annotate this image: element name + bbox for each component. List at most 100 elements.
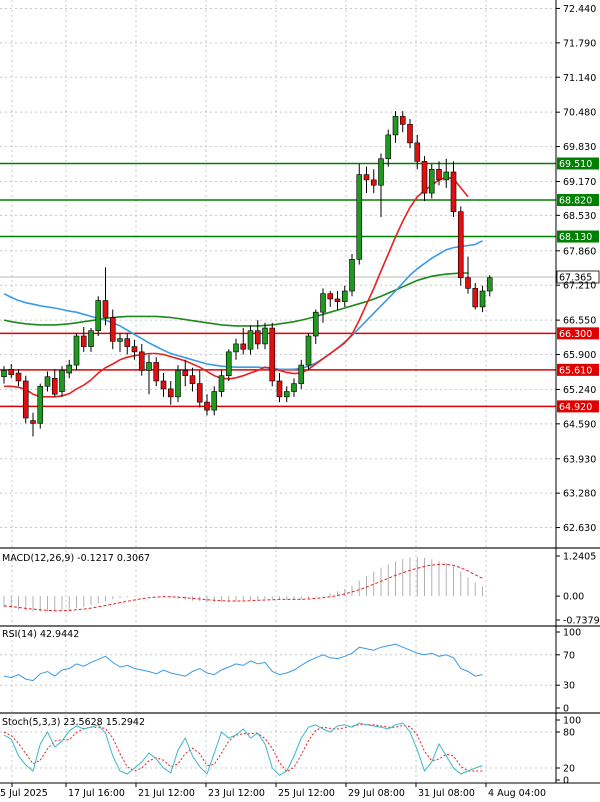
rsi-label: RSI(14) 42.9442 [2, 629, 79, 640]
candle-body [66, 364, 73, 374]
candle-body [211, 391, 218, 411]
rsi-tick-label: 30 [563, 681, 575, 692]
candle-body [117, 338, 123, 342]
rsi-tick-label: 70 [563, 650, 575, 661]
price-tick-label: 66.550 [563, 316, 596, 327]
candle-body [240, 343, 247, 350]
stoch-tick-label: 80 [563, 728, 575, 739]
candle-body [218, 375, 225, 392]
candle-body [15, 372, 22, 382]
candle-body [414, 142, 421, 162]
candle-body [1, 370, 7, 378]
candle-body [167, 388, 174, 398]
price-tick-label: 69.170 [563, 177, 596, 188]
candle-body [30, 420, 36, 424]
candle-body [37, 385, 44, 424]
candle-body [378, 158, 384, 186]
candle-body [254, 330, 261, 345]
candle-body [51, 378, 58, 395]
candle-body [370, 179, 377, 186]
candle-body [73, 335, 80, 366]
price-tick-label: 67.860 [563, 246, 596, 257]
candle-body [349, 258, 355, 292]
candle-body [138, 351, 145, 371]
candle-body [44, 376, 51, 387]
candle-body [269, 327, 276, 382]
candle-body [486, 277, 493, 292]
candle-body [124, 338, 131, 347]
candle-body [225, 351, 232, 376]
price-tick-label: 71.140 [563, 73, 596, 84]
candle-body [407, 124, 413, 144]
candle-body [465, 277, 471, 289]
candle-body [298, 364, 305, 384]
stoch-tick-label: 0 [563, 776, 569, 787]
time-tick-label: 4 Aug 04:00 [488, 788, 546, 799]
candle-body [479, 290, 486, 308]
level-label: 69.510 [559, 159, 592, 170]
candle-body [392, 116, 399, 136]
price-tick-label: 63.930 [563, 454, 596, 465]
time-tick-label: 25 Jul 12:00 [278, 788, 335, 799]
candle-body [22, 380, 29, 419]
macd-tick-label: 1.2405 [563, 552, 596, 563]
time-tick-label: 17 Jul 16:00 [68, 788, 125, 799]
price-tick-label: 69.830 [563, 142, 596, 153]
price-tick-label: 68.530 [563, 211, 596, 222]
time-tick-label: 15 Jul 2025 [0, 788, 48, 799]
candle-body [146, 362, 152, 371]
rsi-tick-label: 100 [563, 628, 581, 639]
stoch-tick-label: 20 [563, 764, 575, 775]
stoch-tick-label: 100 [563, 716, 581, 727]
price-tick-label: 67.210 [563, 281, 596, 292]
macd-tick-label: 0.00 [563, 592, 584, 603]
level-label: 66.300 [559, 329, 592, 340]
candle-body [182, 370, 189, 376]
candle-body [341, 290, 348, 302]
candle-body [204, 401, 210, 411]
candle-body [436, 169, 442, 181]
price-tick-label: 70.480 [563, 108, 596, 119]
rsi-tick-label: 0 [563, 704, 569, 715]
price-tick-label: 65.900 [563, 350, 596, 361]
candle-body [457, 211, 464, 279]
candle-body [443, 171, 450, 181]
candle-body [320, 293, 326, 313]
candle-body [233, 343, 239, 353]
candle-body [175, 370, 181, 398]
candle-body [399, 116, 406, 125]
trading-chart[interactable]: 69.51068.82068.13066.30065.61064.92067.3… [0, 0, 600, 802]
candle-body [80, 335, 87, 347]
time-tick-label: 23 Jul 12:00 [208, 788, 265, 799]
candle-body [102, 300, 109, 318]
chart-background [0, 0, 600, 802]
time-tick-label: 29 Jul 08:00 [348, 788, 405, 799]
candle-body [291, 383, 297, 392]
candle-body [8, 369, 15, 375]
price-tick-label: 71.790 [563, 38, 596, 49]
candle-body [276, 380, 283, 398]
candle-body [262, 327, 268, 345]
candle-body [312, 311, 319, 337]
candle-body [450, 171, 457, 212]
candle-body [334, 298, 341, 302]
candle-body [283, 391, 290, 398]
macd-label: MACD(12,26,9) -0.1217 0.3067 [2, 553, 150, 564]
candle-body [189, 375, 196, 384]
candle-body [88, 330, 94, 347]
candle-body [327, 293, 334, 300]
price-tick-label: 63.280 [563, 489, 596, 500]
candle-body [385, 134, 392, 160]
candle-body [95, 300, 102, 332]
price-tick-label: 62.630 [563, 523, 596, 534]
candle-body [421, 161, 428, 194]
candle-body [109, 317, 116, 342]
price-tick-label: 65.240 [563, 385, 596, 396]
level-label: 68.820 [559, 196, 592, 207]
candle-body [59, 370, 65, 392]
candle-body [153, 362, 160, 382]
stoch-label: Stoch(5,3,3) 23.5628 15.2942 [2, 717, 145, 728]
candle-body [305, 335, 312, 366]
candle-body [356, 174, 363, 260]
candle-body [472, 288, 479, 308]
